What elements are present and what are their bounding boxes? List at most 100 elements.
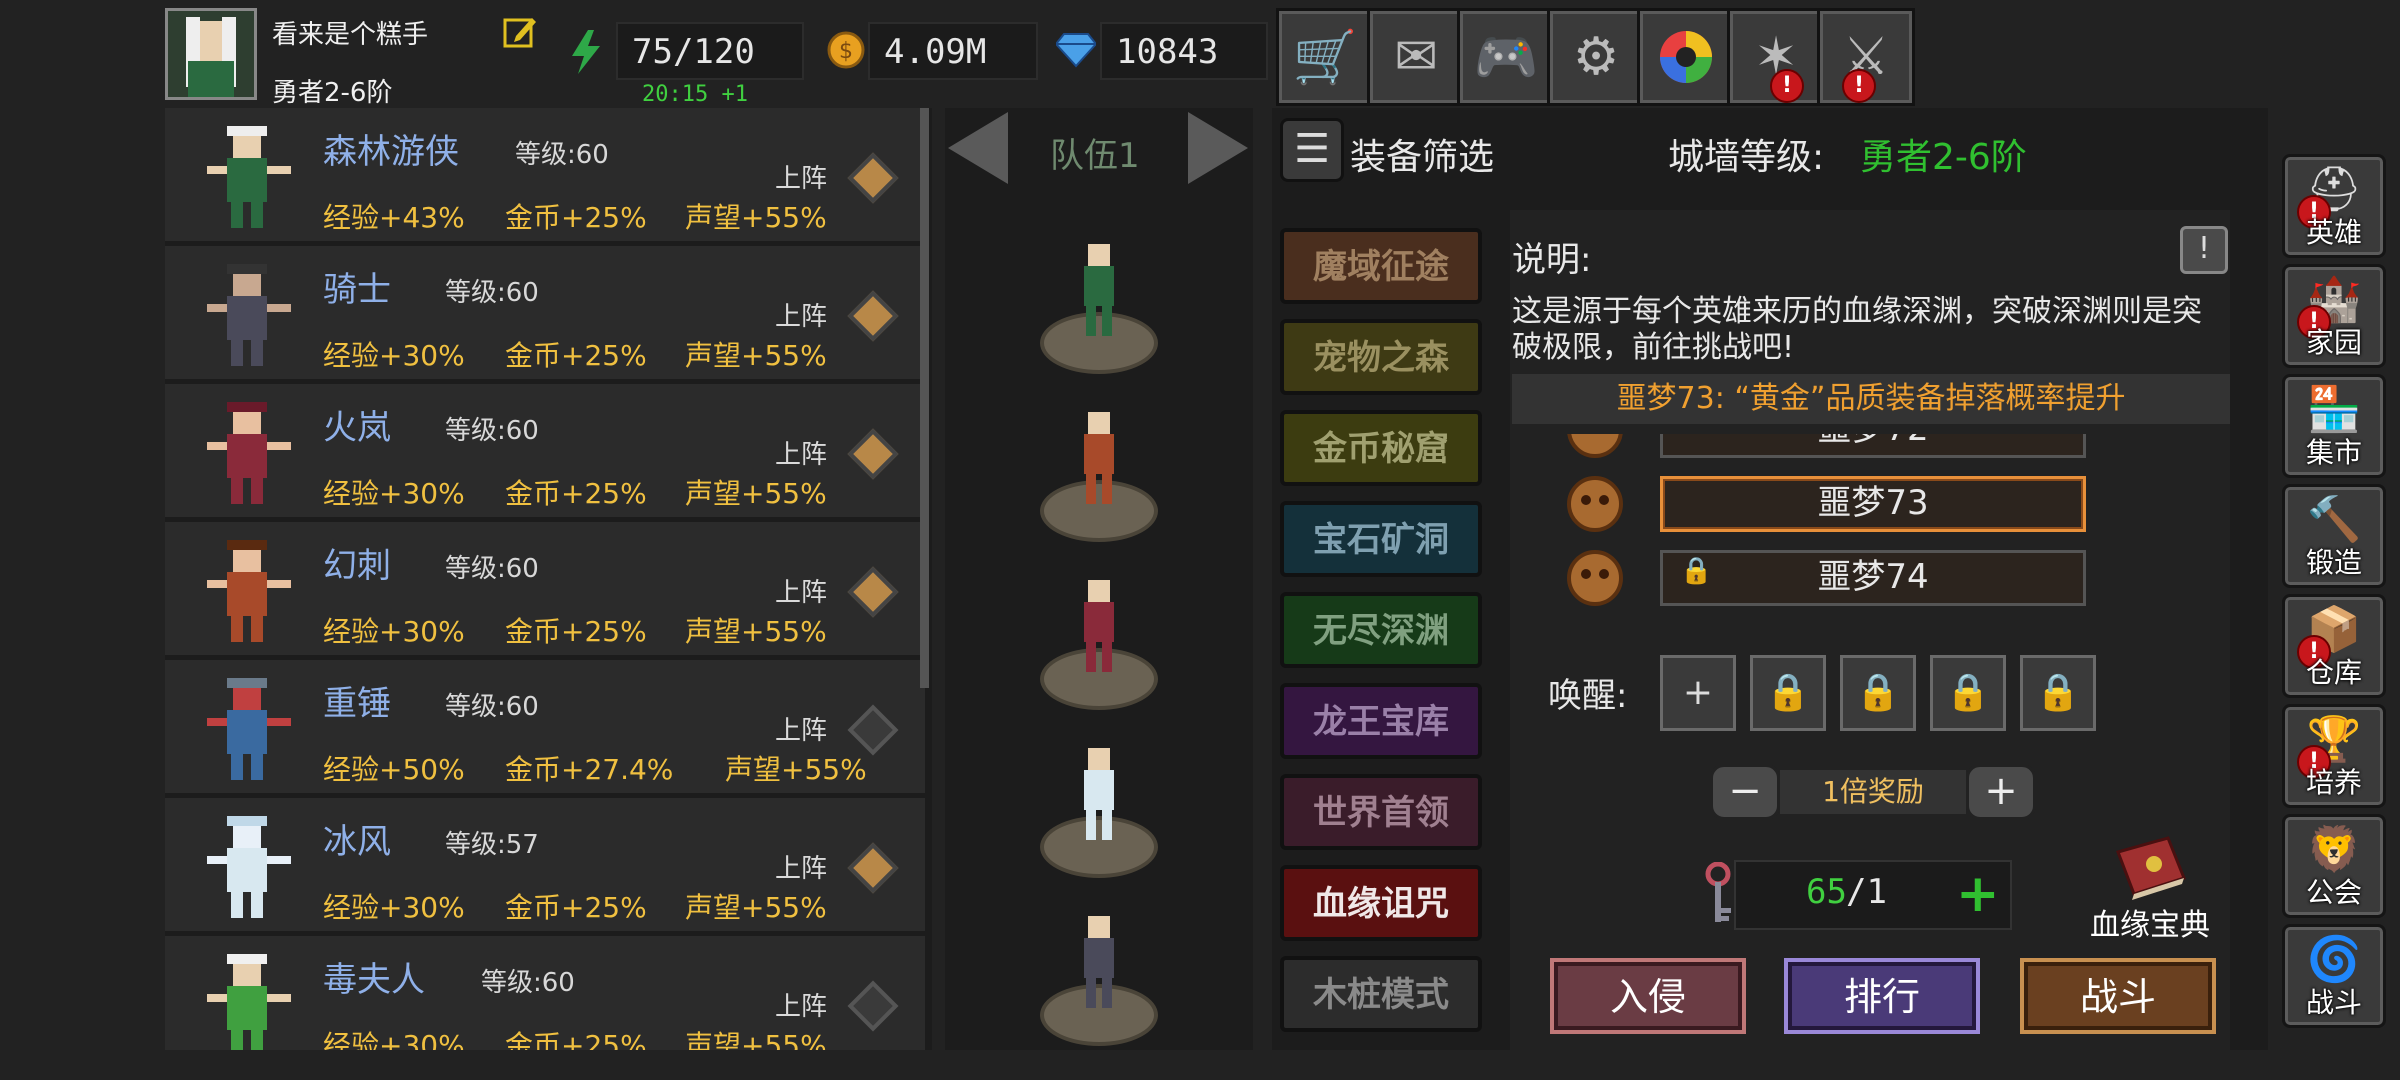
codex-book-icon[interactable] xyxy=(2112,832,2188,900)
svg-text:$: $ xyxy=(839,39,853,64)
deploy-toggle-icon[interactable] xyxy=(847,428,899,480)
minus-icon: − xyxy=(1728,768,1762,814)
boss-portrait-icon xyxy=(1560,546,1630,606)
portal-icon: 🌀 xyxy=(2306,934,2362,985)
filter-menu-button[interactable]: ☰ xyxy=(1280,118,1344,182)
deploy-toggle-icon[interactable] xyxy=(847,842,899,894)
hero-sprite xyxy=(207,954,291,1050)
mode-button[interactable]: 龙王宝库 xyxy=(1280,683,1482,759)
player-rank: 勇者2-6阶 xyxy=(272,78,393,108)
hero-gold-bonus: 金币+25% xyxy=(505,201,647,234)
nav-portal-button[interactable]: 🌀 战斗 xyxy=(2282,924,2386,1028)
hero-name: 重锤 xyxy=(323,684,391,724)
invade-button[interactable]: 入侵 xyxy=(1550,958,1746,1034)
plus-icon: + xyxy=(1984,768,2018,814)
team-slot[interactable] xyxy=(1040,908,1160,1058)
nav-trophy-button[interactable]: 🏆! 培养 xyxy=(2282,704,2386,808)
hero-row[interactable]: 冰风 等级:57 经验+30% 金币+25% 声望+55% 上阵 xyxy=(165,798,925,931)
nav-shop-button[interactable]: 🏪 集市 xyxy=(2282,374,2386,478)
mode-button[interactable]: 世界首领 xyxy=(1280,774,1482,850)
awaken-locked-slot[interactable]: 🔒 xyxy=(2020,655,2096,731)
hero-level: 等级:57 xyxy=(445,830,539,860)
gem-icon xyxy=(1054,32,1098,68)
awaken-add-slot[interactable]: + xyxy=(1660,655,1736,731)
level-row[interactable]: 噩梦72 xyxy=(1660,434,2086,458)
nav-label: 战斗 xyxy=(2305,986,2362,1019)
team-title: 队伍1 xyxy=(1050,136,1140,176)
deploy-toggle-icon[interactable] xyxy=(847,980,899,1032)
mode-button[interactable]: 魔域征途 xyxy=(1280,228,1482,304)
hero-exp-bonus: 经验+30% xyxy=(323,891,465,924)
hero-fame-bonus: 声望+55% xyxy=(685,1029,827,1050)
team-slot[interactable] xyxy=(1040,404,1160,554)
shop-cart-button[interactable]: 🛒 xyxy=(1276,8,1374,106)
info-text: 这是源于每个英雄来历的血缘深渊，突破深渊则是突破极限，前往挑战吧! xyxy=(1512,294,2202,365)
lock-icon: 🔒 xyxy=(2035,672,2081,713)
mode-button[interactable]: 木桩模式 xyxy=(1280,956,1482,1032)
fireworks-button[interactable]: ✶ ! xyxy=(1727,8,1825,106)
hero-sprite xyxy=(207,816,291,918)
gamepad-button[interactable]: 🎮 xyxy=(1457,8,1555,106)
nav-anvil-button[interactable]: 🔨 锻造 xyxy=(2282,484,2386,588)
hero-name: 毒夫人 xyxy=(323,960,425,1000)
list-icon: ☰ xyxy=(1294,126,1330,172)
hero-row[interactable]: 幻刺 等级:60 经验+30% 金币+25% 声望+55% 上阵 xyxy=(165,522,925,655)
level-row[interactable]: 噩梦74 xyxy=(1660,550,2086,606)
team-slot[interactable] xyxy=(1040,572,1160,722)
player-avatar[interactable] xyxy=(165,8,257,100)
hero-row[interactable]: 毒夫人 等级:60 经验+30% 金币+25% 声望+55% 上阵 xyxy=(165,936,925,1050)
team-slot[interactable] xyxy=(1040,236,1160,386)
awaken-locked-slot[interactable]: 🔒 xyxy=(1750,655,1826,731)
mode-button[interactable]: 宠物之森 xyxy=(1280,319,1482,395)
nav-helmet-button[interactable]: ⛑! 英雄 xyxy=(2282,154,2386,258)
hero-row[interactable]: 重锤 等级:60 经验+50% 金币+27.4% 声望+55% 上阵 xyxy=(165,660,925,793)
deploy-toggle-icon[interactable] xyxy=(847,290,899,342)
camera-button[interactable] xyxy=(1637,8,1735,106)
filter-label[interactable]: 装备筛选 xyxy=(1350,128,1494,180)
ticket-count: 65 xyxy=(1806,872,1847,912)
team-slot[interactable] xyxy=(1040,740,1160,890)
hero-list-scrollbar[interactable] xyxy=(920,108,929,688)
deploy-toggle-icon[interactable] xyxy=(847,152,899,204)
cart-icon: 🛒 xyxy=(1292,27,1358,88)
team-next-arrow-icon[interactable] xyxy=(1188,112,1248,184)
mode-button[interactable]: 宝石矿洞 xyxy=(1280,501,1482,577)
nav-lion-button[interactable]: 🦁 公会 xyxy=(2282,814,2386,918)
awaken-locked-slot[interactable]: 🔒 xyxy=(1840,655,1916,731)
nav-chest-button[interactable]: 📦! 仓库 xyxy=(2282,594,2386,698)
codex-label[interactable]: 血缘宝典 xyxy=(2086,900,2214,944)
rank-button[interactable]: 排行 xyxy=(1784,958,1980,1034)
hero-row[interactable]: 骑士 等级:60 经验+30% 金币+25% 声望+55% 上阵 xyxy=(165,246,925,379)
hero-name: 骑士 xyxy=(323,270,391,310)
hero-sprite xyxy=(207,264,291,366)
mode-button[interactable]: 血缘诅咒 xyxy=(1280,865,1482,941)
hero-fame-bonus: 声望+55% xyxy=(685,339,827,372)
mail-button[interactable]: ✉ xyxy=(1367,8,1465,106)
team-prev-arrow-icon[interactable] xyxy=(948,112,1008,184)
nav-castle-button[interactable]: 🏰! 家园 xyxy=(2282,264,2386,368)
hero-deploy-label: 上阵 xyxy=(775,992,828,1022)
awaken-label: 唤醒: xyxy=(1548,676,1628,716)
hero-sprite xyxy=(1084,244,1114,336)
add-ticket-button[interactable]: + xyxy=(1956,866,2000,922)
level-list[interactable]: 噩梦72 噩梦73 噩梦74🔒 xyxy=(1548,434,2214,606)
deploy-toggle-icon[interactable] xyxy=(847,566,899,618)
level-row[interactable]: 噩梦73 xyxy=(1660,476,2086,532)
hero-row[interactable]: 火岚 等级:60 经验+30% 金币+25% 声望+55% 上阵 xyxy=(165,384,925,517)
battle-button[interactable]: 战斗 xyxy=(2020,958,2216,1034)
awaken-locked-slot[interactable]: 🔒 xyxy=(1930,655,2006,731)
multiplier-increase-button[interactable]: + xyxy=(1966,764,2036,820)
mode-button[interactable]: 金币秘窟 xyxy=(1280,410,1482,486)
mode-button[interactable]: 无尽深渊 xyxy=(1280,592,1482,668)
settings-button[interactable]: ⚙ xyxy=(1547,8,1645,106)
multiplier-decrease-button[interactable]: − xyxy=(1710,764,1780,820)
hero-gold-bonus: 金币+25% xyxy=(505,615,647,648)
hero-fame-bonus: 声望+55% xyxy=(685,201,827,234)
battle-swords-button[interactable]: ⚔ ! xyxy=(1817,8,1915,106)
edit-icon[interactable] xyxy=(502,14,538,50)
hero-row[interactable]: 森林游侠 等级:60 经验+43% 金币+25% 声望+55% 上阵 xyxy=(165,108,925,241)
info-help-button[interactable]: ! xyxy=(2180,226,2228,274)
hero-list[interactable]: 森林游侠 等级:60 经验+43% 金币+25% 声望+55% 上阵 骑士 等级:60 经验+3… xyxy=(165,108,932,1050)
hero-gold-bonus: 金币+25% xyxy=(505,477,647,510)
hero-fame-bonus: 声望+55% xyxy=(685,615,827,648)
